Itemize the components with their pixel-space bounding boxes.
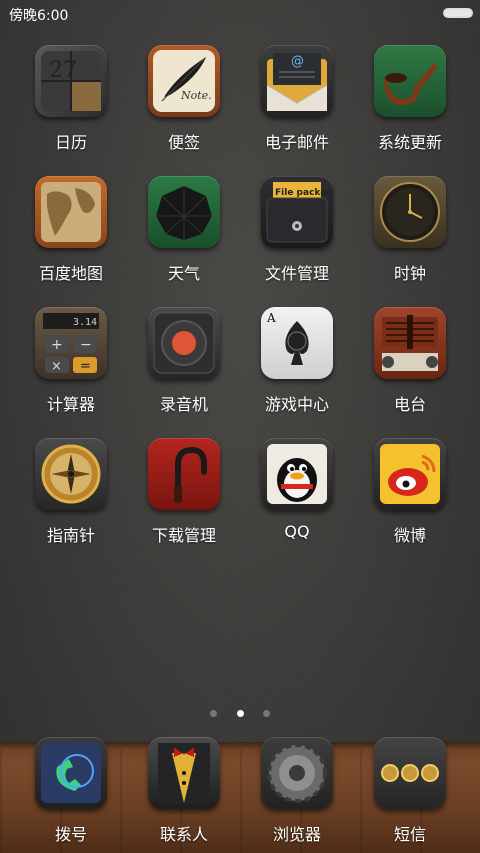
app-label: 电子邮件 <box>264 133 329 152</box>
app-label: 电台 <box>393 395 426 414</box>
home-screen: 傍晚6:00 27 日历 Note. 便签 @ 电子邮件 系统更新 百度地图 天… <box>0 0 480 853</box>
dock-label: 拨号 <box>54 825 87 844</box>
clock-icon <box>374 176 446 248</box>
notes-feather-icon: Note. <box>148 45 220 117</box>
app-label: 天气 <box>167 264 200 283</box>
dock-messages[interactable]: 短信 <box>355 737 465 845</box>
app-recorder[interactable]: 录音机 <box>129 307 239 415</box>
app-download-manager[interactable]: 下载管理 <box>129 438 239 546</box>
app-weibo[interactable]: 微博 <box>355 438 465 546</box>
page-dot-active[interactable] <box>236 710 244 717</box>
app-label: 时钟 <box>393 264 426 283</box>
app-label: 游戏中心 <box>264 395 329 414</box>
phone-dial-icon <box>35 737 107 809</box>
app-label: 录音机 <box>159 395 208 414</box>
playing-card-icon: A <box>261 307 333 379</box>
compass-icon <box>35 438 107 510</box>
status-time: 傍晚6:00 <box>9 8 69 24</box>
svg-text:−: − <box>80 337 92 353</box>
page-dot[interactable] <box>262 710 270 717</box>
page-indicator[interactable] <box>0 702 480 721</box>
app-file-manager[interactable]: File package 文件管理 <box>242 176 352 284</box>
app-label: 日历 <box>54 133 87 152</box>
record-icon <box>148 307 220 379</box>
app-label: 百度地图 <box>38 264 103 283</box>
app-label: 微博 <box>393 526 426 545</box>
umbrella-icon <box>148 176 220 248</box>
app-email[interactable]: @ 电子邮件 <box>242 45 352 153</box>
app-system-update[interactable]: 系统更新 <box>355 45 465 153</box>
messages-buttons-icon <box>374 737 446 809</box>
dock-label: 短信 <box>393 825 426 844</box>
page-dot[interactable] <box>210 710 218 717</box>
file-package-label: File package <box>275 188 333 198</box>
calendar-number: 27 <box>49 58 77 83</box>
app-notes[interactable]: Note. 便签 <box>129 45 239 153</box>
app-label: 指南针 <box>46 526 95 545</box>
app-label: QQ <box>284 522 310 541</box>
calculator-icon: 3.14 + − × = <box>35 307 107 379</box>
email-at: @ <box>291 54 304 69</box>
app-clock[interactable]: 时钟 <box>355 176 465 284</box>
app-baidu-map[interactable]: 百度地图 <box>16 176 126 284</box>
battery-icon <box>443 8 473 18</box>
dock: 拨号 联系人 浏览器 短信 <box>0 737 480 853</box>
app-calendar[interactable]: 27 日历 <box>16 45 126 153</box>
app-label: 系统更新 <box>377 133 442 152</box>
calculator-display: 3.14 <box>73 317 97 328</box>
app-label: 计算器 <box>46 395 95 414</box>
qq-penguin-icon <box>261 438 333 510</box>
svg-text:=: = <box>80 359 91 374</box>
app-qq[interactable]: QQ <box>242 438 352 541</box>
dock-dialer[interactable]: 拨号 <box>16 737 126 845</box>
radio-icon <box>374 307 446 379</box>
card-letter: A <box>266 311 276 325</box>
email-envelope-icon: @ <box>261 45 333 117</box>
app-game-center[interactable]: A 游戏中心 <box>242 307 352 415</box>
calendar-icon: 27 <box>35 45 107 117</box>
status-bar: 傍晚6:00 <box>0 0 480 26</box>
app-compass[interactable]: 指南针 <box>16 438 126 546</box>
app-radio[interactable]: 电台 <box>355 307 465 415</box>
map-icon <box>35 176 107 248</box>
cane-umbrella-icon <box>148 438 220 510</box>
notes-text: Note. <box>180 89 212 102</box>
file-package-icon: File package <box>261 176 333 248</box>
pipe-icon <box>374 45 446 117</box>
gear-browser-icon <box>261 737 333 809</box>
app-weather[interactable]: 天气 <box>129 176 239 284</box>
app-calculator[interactable]: 3.14 + − × = 计算器 <box>16 307 126 415</box>
svg-text:+: + <box>51 337 63 353</box>
dock-label: 联系人 <box>159 825 208 844</box>
contacts-tuxedo-icon <box>148 737 220 809</box>
dock-contacts[interactable]: 联系人 <box>129 737 239 845</box>
weibo-icon <box>374 438 446 510</box>
dock-browser[interactable]: 浏览器 <box>242 737 352 845</box>
app-label: 文件管理 <box>264 264 329 283</box>
app-label: 便签 <box>167 133 200 152</box>
svg-text:×: × <box>51 359 62 374</box>
app-label: 下载管理 <box>151 526 216 545</box>
dock-label: 浏览器 <box>272 825 321 844</box>
